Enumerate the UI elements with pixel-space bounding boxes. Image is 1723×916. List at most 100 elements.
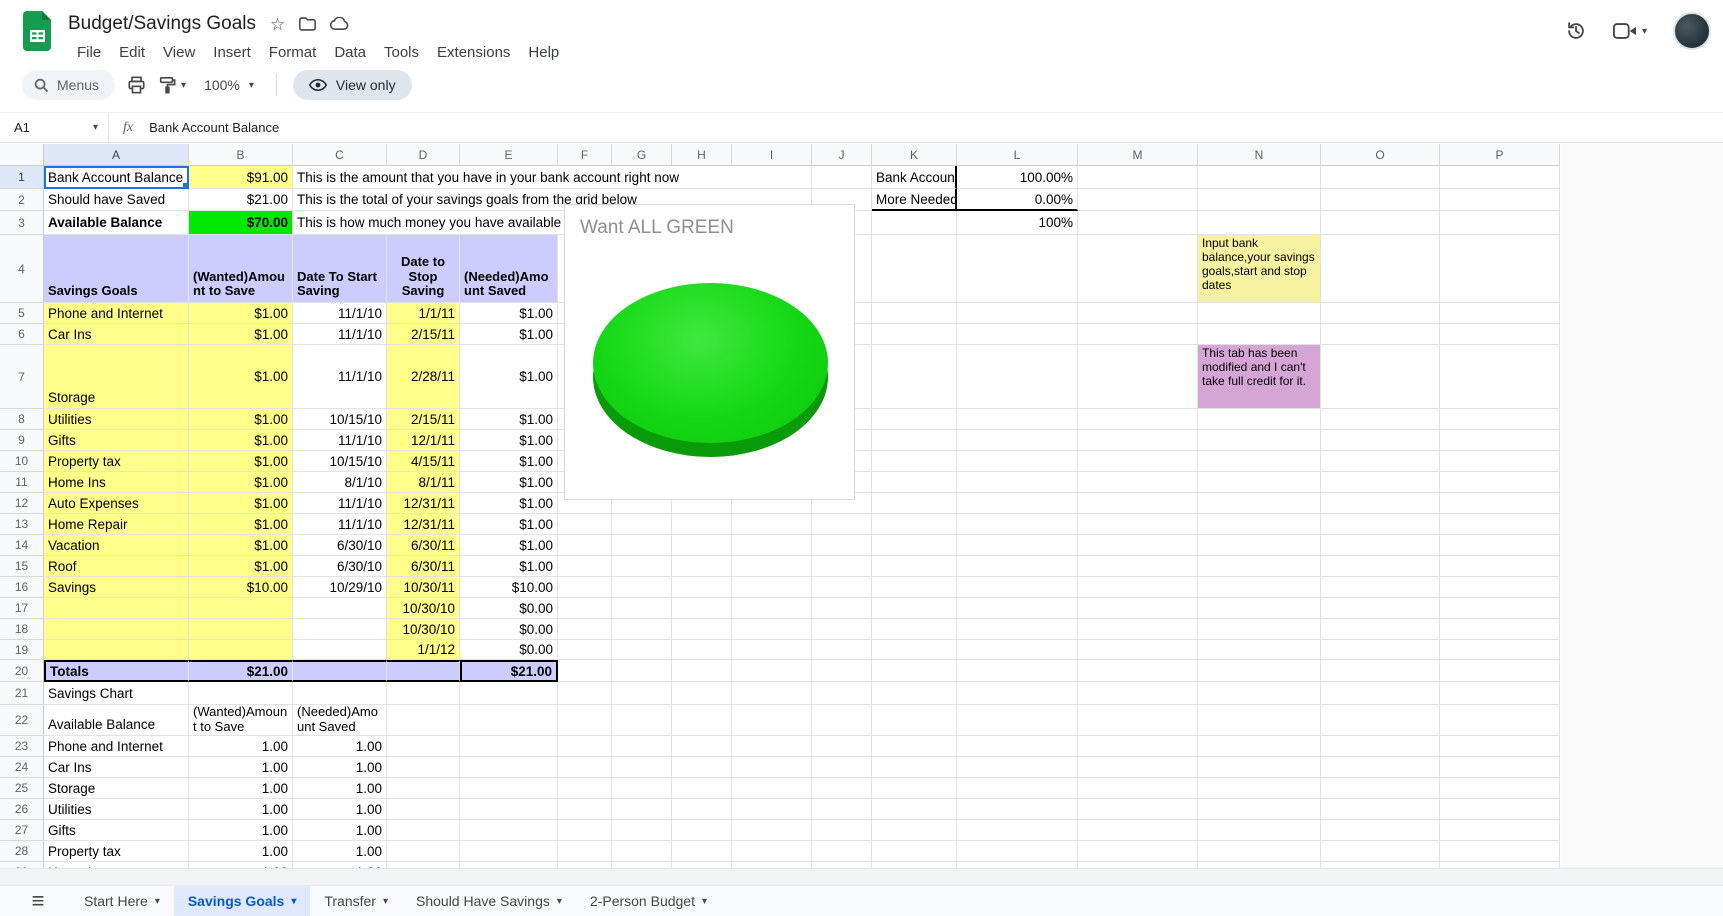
cell-L16[interactable] xyxy=(957,577,1078,598)
cell-O3[interactable] xyxy=(1321,211,1440,235)
cell-N28[interactable] xyxy=(1198,841,1321,862)
cell-N8[interactable] xyxy=(1198,409,1321,430)
cell-D24[interactable] xyxy=(387,757,460,778)
cell-L26[interactable] xyxy=(957,799,1078,820)
cell-P22[interactable] xyxy=(1440,705,1560,736)
cell-M3[interactable] xyxy=(1078,211,1198,235)
cell-G25[interactable] xyxy=(612,778,672,799)
cell-N7[interactable]: This tab has been modified and I can't t… xyxy=(1198,345,1321,409)
row-header-3[interactable]: 3 xyxy=(0,211,44,235)
cell-C25[interactable]: 1.00 xyxy=(293,778,387,799)
cell-G15[interactable] xyxy=(612,556,672,577)
cell-K24[interactable] xyxy=(872,757,957,778)
cell-M12[interactable] xyxy=(1078,493,1198,514)
cell-I21[interactable] xyxy=(732,682,812,705)
cell-L20[interactable] xyxy=(957,660,1078,682)
col-header-j[interactable]: J xyxy=(812,144,872,166)
cell-B3[interactable]: $70.00 xyxy=(189,211,293,235)
cell-F16[interactable] xyxy=(558,577,612,598)
cell-P26[interactable] xyxy=(1440,799,1560,820)
cell-A11[interactable]: Home Ins xyxy=(44,472,189,493)
cell-D13[interactable]: 12/31/11 xyxy=(387,514,460,535)
cell-D20[interactable] xyxy=(387,660,460,682)
cell-O13[interactable] xyxy=(1321,514,1440,535)
cell-G22[interactable] xyxy=(612,705,672,736)
cell-D15[interactable]: 6/30/11 xyxy=(387,556,460,577)
cell-G19[interactable] xyxy=(612,640,672,660)
cell-P28[interactable] xyxy=(1440,841,1560,862)
name-box[interactable]: A1 ▾ xyxy=(0,120,108,135)
formula-input[interactable]: Bank Account Balance xyxy=(149,120,279,135)
cell-E11[interactable]: $1.00 xyxy=(460,472,558,493)
cell-M6[interactable] xyxy=(1078,324,1198,345)
cell-O7[interactable] xyxy=(1321,345,1440,409)
cell-O26[interactable] xyxy=(1321,799,1440,820)
cell-B4[interactable]: (Wanted)Amount to Save xyxy=(189,235,293,303)
cell-O15[interactable] xyxy=(1321,556,1440,577)
cell-C9[interactable]: 11/1/10 xyxy=(293,430,387,451)
cell-F28[interactable] xyxy=(558,841,612,862)
row-header-2[interactable]: 2 xyxy=(0,189,44,211)
cell-N12[interactable] xyxy=(1198,493,1321,514)
cell-H17[interactable] xyxy=(672,598,732,619)
cell-J18[interactable] xyxy=(812,619,872,640)
col-header-g[interactable]: G xyxy=(612,144,672,166)
row-header-22[interactable]: 22 xyxy=(0,705,44,736)
cell-L19[interactable] xyxy=(957,640,1078,660)
cell-F17[interactable] xyxy=(558,598,612,619)
cell-O11[interactable] xyxy=(1321,472,1440,493)
cell-D22[interactable] xyxy=(387,705,460,736)
cell-L12[interactable] xyxy=(957,493,1078,514)
cell-K21[interactable] xyxy=(872,682,957,705)
cell-K18[interactable] xyxy=(872,619,957,640)
col-header-l[interactable]: L xyxy=(957,144,1078,166)
cell-A7[interactable]: Storage xyxy=(44,345,189,409)
cell-D23[interactable] xyxy=(387,736,460,757)
cell-C27[interactable]: 1.00 xyxy=(293,820,387,841)
cell-O5[interactable] xyxy=(1321,303,1440,324)
cell-I18[interactable] xyxy=(732,619,812,640)
cell-C4[interactable]: Date To Start Saving xyxy=(293,235,387,303)
cell-P20[interactable] xyxy=(1440,660,1560,682)
cell-P23[interactable] xyxy=(1440,736,1560,757)
cell-E17[interactable]: $0.00 xyxy=(460,598,558,619)
cell-L11[interactable] xyxy=(957,472,1078,493)
cell-E15[interactable]: $1.00 xyxy=(460,556,558,577)
cell-H25[interactable] xyxy=(672,778,732,799)
cell-D7[interactable]: 2/28/11 xyxy=(387,345,460,409)
cell-E9[interactable]: $1.00 xyxy=(460,430,558,451)
cell-G17[interactable] xyxy=(612,598,672,619)
row-header-10[interactable]: 10 xyxy=(0,451,44,472)
cell-N5[interactable] xyxy=(1198,303,1321,324)
cell-K11[interactable] xyxy=(872,472,957,493)
cell-K27[interactable] xyxy=(872,820,957,841)
cell-J22[interactable] xyxy=(812,705,872,736)
cell-P7[interactable] xyxy=(1440,345,1560,409)
row-header-27[interactable]: 27 xyxy=(0,820,44,841)
cell-A4[interactable]: Savings Goals xyxy=(44,235,189,303)
cell-M28[interactable] xyxy=(1078,841,1198,862)
cell-D8[interactable]: 2/15/11 xyxy=(387,409,460,430)
cell-A6[interactable]: Car Ins xyxy=(44,324,189,345)
cell-L14[interactable] xyxy=(957,535,1078,556)
cell-F15[interactable] xyxy=(558,556,612,577)
cell-O4[interactable] xyxy=(1321,235,1440,303)
paint-format-icon[interactable]: ▾ xyxy=(158,76,186,94)
cell-B18[interactable] xyxy=(189,619,293,640)
cell-B27[interactable]: 1.00 xyxy=(189,820,293,841)
cell-L18[interactable] xyxy=(957,619,1078,640)
cell-E25[interactable] xyxy=(460,778,558,799)
cell-P13[interactable] xyxy=(1440,514,1560,535)
cell-C16[interactable]: 10/29/10 xyxy=(293,577,387,598)
col-header-b[interactable]: B xyxy=(189,144,293,166)
row-header-19[interactable]: 19 xyxy=(0,640,44,660)
cell-K15[interactable] xyxy=(872,556,957,577)
cell-P24[interactable] xyxy=(1440,757,1560,778)
cell-N11[interactable] xyxy=(1198,472,1321,493)
cell-M10[interactable] xyxy=(1078,451,1198,472)
cell-E24[interactable] xyxy=(460,757,558,778)
cell-H15[interactable] xyxy=(672,556,732,577)
cell-C6[interactable]: 11/1/10 xyxy=(293,324,387,345)
cell-E16[interactable]: $10.00 xyxy=(460,577,558,598)
row-header-23[interactable]: 23 xyxy=(0,736,44,757)
